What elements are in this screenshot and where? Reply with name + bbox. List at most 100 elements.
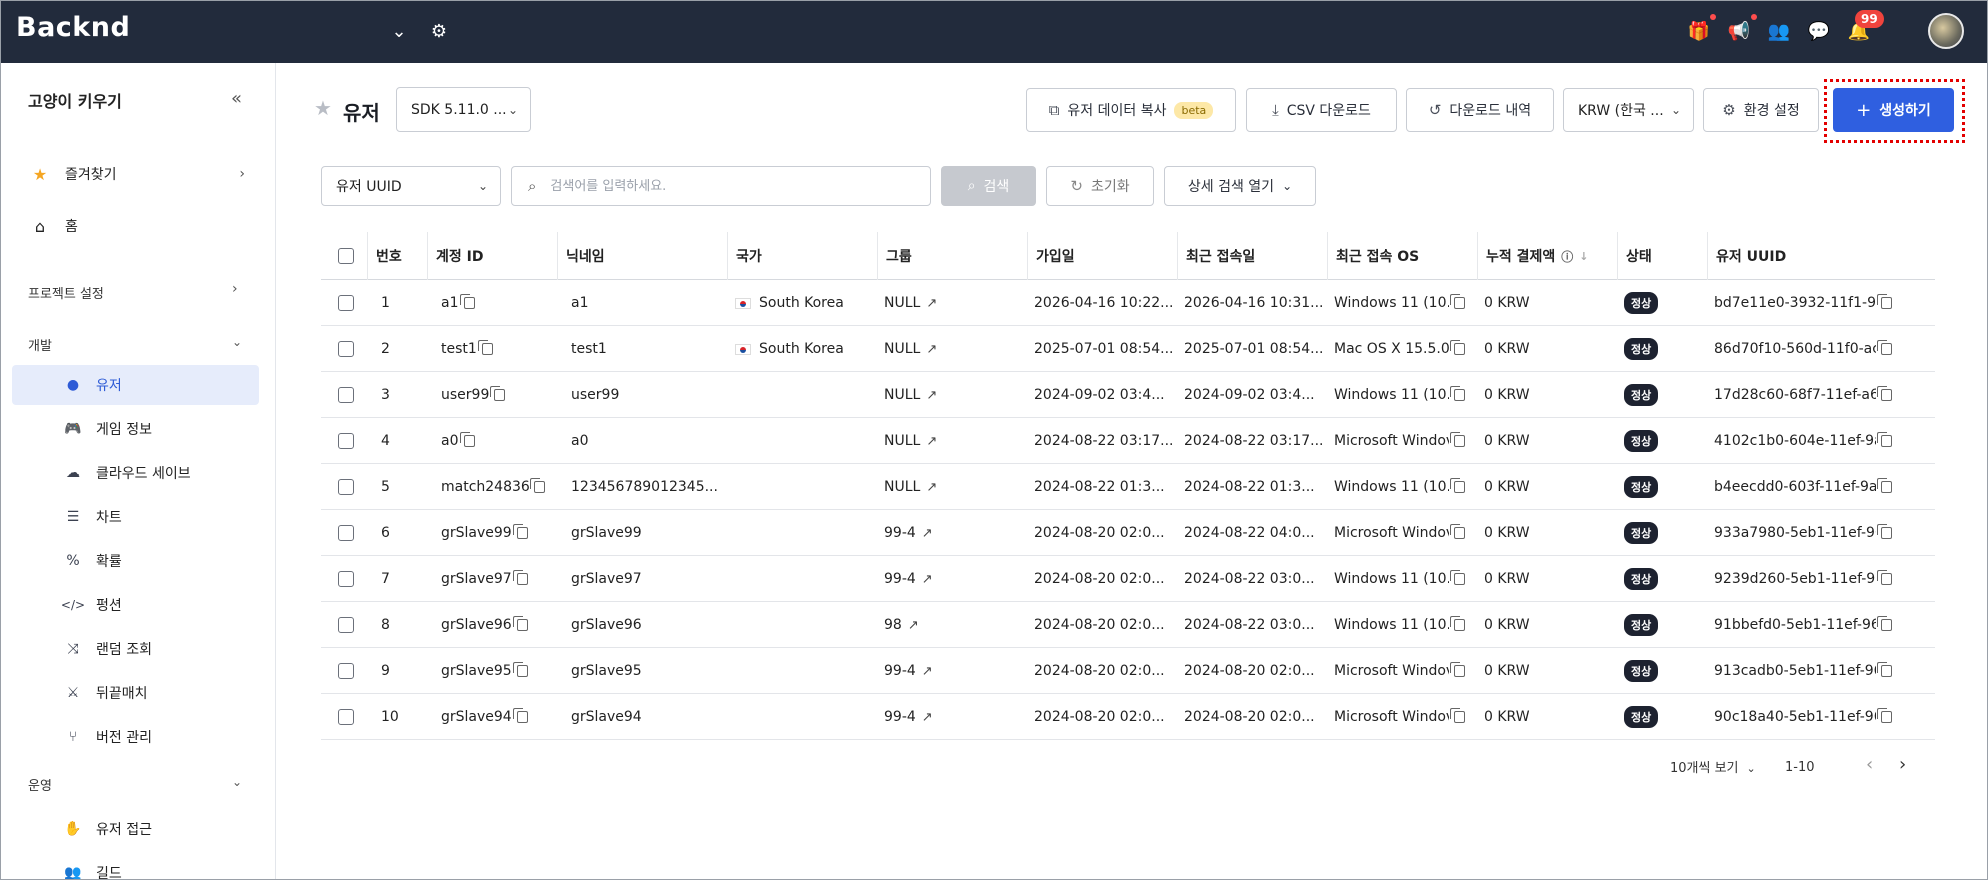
- search-input[interactable]: [550, 178, 891, 194]
- external-link-icon[interactable]: ↗: [922, 572, 933, 587]
- row-checkbox[interactable]: [338, 387, 354, 403]
- copy-icon[interactable]: [1877, 662, 1892, 677]
- table-row[interactable]: 10 grSlave94 grSlave94 99-4 ↗ 2024-08-20 02:0…: [321, 694, 1935, 740]
- sidebar-item-chart[interactable]: ☰ 차트: [12, 497, 259, 537]
- copy-icon[interactable]: [530, 478, 545, 493]
- sidebar-item-match[interactable]: ⚔ 뒤끝매치: [12, 673, 259, 713]
- next-page-icon[interactable]: ›: [1899, 754, 1906, 775]
- download-history-button[interactable]: ↺ 다운로드 내역: [1406, 88, 1554, 132]
- table-row[interactable]: 8 grSlave96 grSlave96 98 ↗ 2024-08-20 02:0...…: [321, 602, 1935, 648]
- avatar[interactable]: [1928, 13, 1964, 49]
- copy-icon[interactable]: [1877, 708, 1892, 723]
- collapse-sidebar-icon[interactable]: «: [231, 88, 242, 109]
- col-header-country[interactable]: 국가: [727, 232, 877, 280]
- chat-icon[interactable]: 💬: [1806, 18, 1832, 44]
- copy-icon[interactable]: [1877, 478, 1892, 493]
- col-header-account-id[interactable]: 계정 ID: [427, 232, 557, 280]
- external-link-icon[interactable]: ↗: [926, 434, 937, 449]
- copy-icon[interactable]: [512, 570, 528, 585]
- sdk-version-select[interactable]: SDK 5.11.0 ... ⌄: [396, 87, 531, 132]
- sidebar-item-user-access[interactable]: ✋ 유저 접근: [12, 809, 259, 849]
- external-link-icon[interactable]: ↗: [926, 480, 937, 495]
- external-link-icon[interactable]: ↗: [926, 388, 937, 403]
- copy-icon[interactable]: [1450, 708, 1465, 723]
- reset-button[interactable]: ↻ 초기화: [1046, 166, 1154, 206]
- copy-icon[interactable]: [1450, 662, 1465, 677]
- chevron-right-icon[interactable]: ›: [232, 281, 238, 297]
- sidebar-item-home[interactable]: ⌂ 홈: [12, 205, 259, 247]
- copy-icon[interactable]: [512, 616, 528, 631]
- environment-settings-button[interactable]: ⚙ 환경 설정: [1703, 88, 1819, 132]
- col-header-number[interactable]: 번호: [367, 232, 427, 280]
- col-header-last-os[interactable]: 최근 접속 OS: [1327, 232, 1477, 280]
- table-row[interactable]: 6 grSlave99 grSlave99 99-4 ↗ 2024-08-20 02:0.…: [321, 510, 1935, 556]
- gift-icon[interactable]: 🎁: [1686, 18, 1712, 44]
- row-checkbox[interactable]: [338, 571, 354, 587]
- row-checkbox[interactable]: [338, 295, 354, 311]
- copy-icon[interactable]: [512, 708, 528, 723]
- sidebar-item-users[interactable]: ● 유저: [12, 365, 259, 405]
- col-header-joined[interactable]: 가입일: [1027, 232, 1177, 280]
- copy-icon[interactable]: [1877, 616, 1892, 631]
- search-field-select[interactable]: 유저 UUID ⌄: [321, 166, 501, 206]
- external-link-icon[interactable]: ↗: [922, 710, 933, 725]
- row-checkbox[interactable]: [338, 525, 354, 541]
- col-header-group[interactable]: 그룹: [877, 232, 1027, 280]
- row-checkbox[interactable]: [338, 617, 354, 633]
- csv-download-button[interactable]: ⤓ CSV 다운로드: [1246, 88, 1397, 132]
- copy-user-data-button[interactable]: ⧉ 유저 데이터 복사 beta: [1026, 88, 1236, 132]
- copy-icon[interactable]: [459, 432, 475, 447]
- row-checkbox[interactable]: [338, 433, 354, 449]
- external-link-icon[interactable]: ↗: [908, 618, 919, 633]
- copy-icon[interactable]: [1450, 478, 1465, 493]
- per-page-select[interactable]: 10개씩 보기 ⌄: [1670, 757, 1756, 776]
- sidebar-item-probability[interactable]: % 확률: [12, 541, 259, 581]
- copy-icon[interactable]: [1450, 432, 1465, 447]
- prev-page-icon[interactable]: ‹: [1866, 754, 1873, 775]
- copy-icon[interactable]: [1450, 616, 1465, 631]
- gear-icon[interactable]: ⚙: [426, 18, 452, 44]
- sidebar-item-game-info[interactable]: 🎮 게임 정보: [12, 409, 259, 449]
- external-link-icon[interactable]: ↗: [926, 296, 937, 311]
- app-logo[interactable]: Backnd: [16, 12, 130, 43]
- currency-select[interactable]: KRW (한국 ... ⌄: [1563, 88, 1694, 132]
- copy-icon[interactable]: [1450, 524, 1465, 539]
- row-checkbox[interactable]: [338, 479, 354, 495]
- copy-icon[interactable]: [1450, 570, 1465, 585]
- table-row[interactable]: 2 test1 test1 South Korea NULL ↗ 2025-07-01 08…: [321, 326, 1935, 372]
- copy-icon[interactable]: [512, 524, 528, 539]
- row-checkbox[interactable]: [338, 709, 354, 725]
- row-checkbox[interactable]: [338, 341, 354, 357]
- table-row[interactable]: 5 match248360 123456789012345... NULL ↗ 2024-…: [321, 464, 1935, 510]
- external-link-icon[interactable]: ↗: [922, 526, 933, 541]
- external-link-icon[interactable]: ↗: [922, 664, 933, 679]
- copy-icon[interactable]: [512, 662, 528, 677]
- advanced-search-button[interactable]: 상세 검색 열기 ⌄: [1164, 166, 1316, 206]
- sidebar-item-favorites[interactable]: ★ 즐겨찾기 ›: [12, 153, 259, 195]
- section-project-settings[interactable]: 프로젝트 설정: [28, 283, 104, 302]
- search-button[interactable]: ⌕ 검색: [941, 166, 1036, 206]
- table-row[interactable]: 4 a0 a0 NULL ↗ 2024-08-22 03:17... 2024-08-22 …: [321, 418, 1935, 464]
- table-row[interactable]: 3 user99 user99 NULL ↗ 2024-09-02 03:4... 2024…: [321, 372, 1935, 418]
- col-header-last-access[interactable]: 최근 접속일: [1177, 232, 1327, 280]
- copy-icon[interactable]: [1877, 432, 1892, 447]
- external-link-icon[interactable]: ↗: [926, 342, 937, 357]
- row-checkbox[interactable]: [338, 663, 354, 679]
- copy-icon[interactable]: [1877, 340, 1892, 355]
- col-header-uuid[interactable]: 유저 UUID: [1707, 232, 1907, 280]
- sidebar-item-version[interactable]: ⑂ 버전 관리: [12, 717, 259, 757]
- copy-icon[interactable]: [1450, 294, 1465, 309]
- copy-icon[interactable]: [1877, 386, 1892, 401]
- megaphone-icon[interactable]: 📢: [1726, 18, 1752, 44]
- sidebar-item-guild[interactable]: 👥 길드: [12, 853, 259, 880]
- favorite-star-icon[interactable]: ★: [314, 96, 332, 120]
- chevron-down-icon[interactable]: ⌄: [386, 18, 412, 44]
- table-row[interactable]: 1 a1 a1 South Korea NULL ↗ 2026-04-16 10:22...…: [321, 280, 1935, 326]
- col-header-total-paid[interactable]: 누적 결제액 ⓘ ↓: [1477, 232, 1617, 280]
- table-row[interactable]: 7 grSlave97 grSlave97 99-4 ↗ 2024-08-20 02:0.…: [321, 556, 1935, 602]
- col-header-status[interactable]: 상태: [1617, 232, 1707, 280]
- sidebar-item-cloud-save[interactable]: ☁ 클라우드 세이브: [12, 453, 259, 493]
- copy-icon[interactable]: [459, 294, 475, 309]
- copy-icon[interactable]: [1450, 340, 1465, 355]
- copy-icon[interactable]: [1877, 524, 1892, 539]
